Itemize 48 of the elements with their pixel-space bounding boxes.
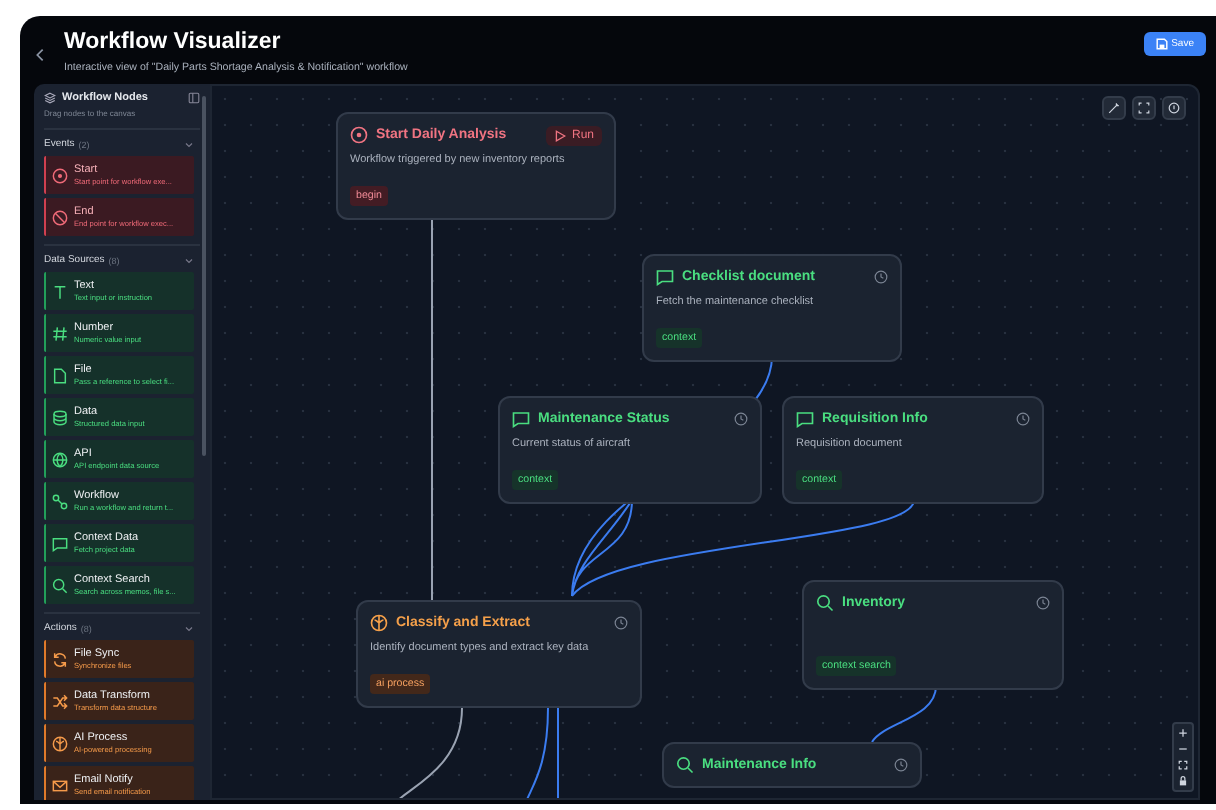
search-icon xyxy=(52,577,68,593)
search-icon xyxy=(676,756,694,774)
play-icon xyxy=(553,129,566,141)
target-icon xyxy=(350,126,368,144)
workflow-icon xyxy=(52,493,68,509)
clock-icon xyxy=(1036,596,1050,610)
clock-icon xyxy=(734,412,748,426)
wand-icon xyxy=(1108,102,1120,114)
api-icon xyxy=(52,451,68,467)
zoom-in-icon[interactable] xyxy=(1178,728,1188,738)
chat-icon xyxy=(656,268,674,286)
sync-icon xyxy=(52,651,68,667)
info-icon xyxy=(1168,102,1180,114)
chat-icon xyxy=(52,535,68,551)
save-icon xyxy=(1155,38,1168,50)
fit-view-button[interactable] xyxy=(1132,96,1156,120)
magic-wand-button[interactable] xyxy=(1102,96,1126,120)
layers-icon xyxy=(44,92,56,104)
zoom-out-icon[interactable] xyxy=(1178,744,1188,754)
scrollbar-thumb[interactable] xyxy=(202,96,206,456)
search-icon xyxy=(816,594,834,612)
page-title: Workflow Visualizer xyxy=(64,27,283,55)
connector-line xyxy=(557,707,559,798)
brain-icon xyxy=(370,614,388,632)
chat-icon xyxy=(796,410,814,428)
shuffle-icon xyxy=(52,693,68,709)
brain-icon xyxy=(52,735,68,751)
connector-line xyxy=(525,707,549,798)
end-icon xyxy=(52,209,68,225)
panel-toggle-icon[interactable] xyxy=(188,92,200,104)
info-button[interactable] xyxy=(1162,96,1186,120)
number-icon xyxy=(52,325,68,341)
expand-icon xyxy=(1138,102,1150,114)
mail-icon xyxy=(52,777,68,793)
clock-icon xyxy=(874,270,888,284)
connector-line xyxy=(871,685,937,743)
clock-icon xyxy=(1016,412,1030,426)
data-icon xyxy=(52,409,68,425)
connector-line xyxy=(395,707,463,798)
fit-icon[interactable] xyxy=(1178,760,1188,770)
file-icon xyxy=(52,367,68,383)
text-icon xyxy=(52,283,68,299)
clock-icon xyxy=(614,616,628,630)
lock-icon[interactable] xyxy=(1178,776,1188,786)
chat-icon xyxy=(512,410,530,428)
back-icon[interactable] xyxy=(36,47,44,61)
clock-icon xyxy=(894,758,908,772)
start-icon xyxy=(52,167,68,183)
